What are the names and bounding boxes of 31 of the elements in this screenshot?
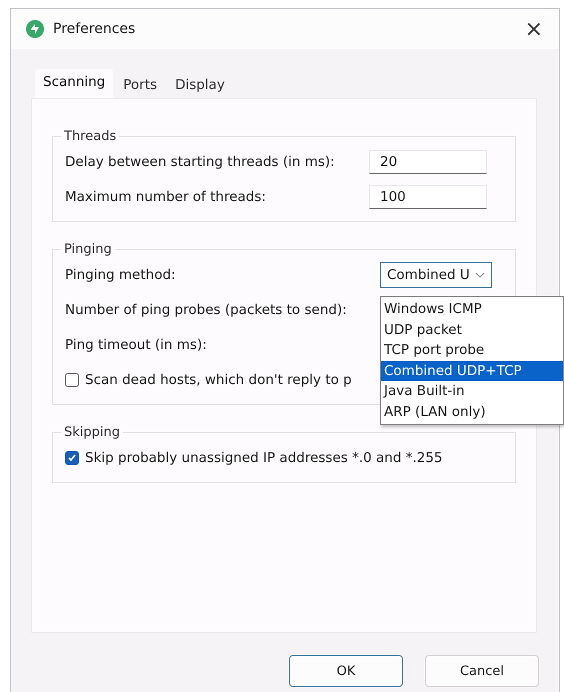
dropdown-option[interactable]: Combined UDP+TCP: [381, 360, 563, 381]
field-label: Pinging method:: [65, 267, 176, 283]
dropdown-option[interactable]: Windows ICMP: [381, 299, 563, 320]
tab[interactable]: Display: [167, 73, 233, 98]
group-title: Threads: [63, 129, 118, 144]
checkbox-label: Skip probably unassigned IP addresses *.0 and *.255: [85, 450, 443, 466]
tab[interactable]: Scanning: [35, 69, 114, 98]
field-label: Number of ping probes (packets to send):: [65, 302, 347, 318]
dropdown-option[interactable]: ARP (LAN only): [381, 402, 563, 422]
window-title: Preferences: [53, 21, 136, 37]
input-field[interactable]: 20: [369, 150, 487, 174]
group-title: Pinging: [63, 242, 113, 257]
field-label: Ping timeout (in ms):: [65, 337, 207, 353]
checkbox[interactable]: [65, 373, 79, 387]
dropdown-option[interactable]: UDP packet: [381, 320, 563, 340]
tab[interactable]: Ports: [115, 73, 166, 98]
method-dropdown[interactable]: Combined U: [380, 262, 492, 288]
ok-button[interactable]: OK: [289, 655, 403, 687]
checkmark-icon: [67, 453, 77, 463]
group-title: Skipping: [63, 425, 121, 440]
field-label: Maximum number of threads:: [65, 189, 266, 205]
dropdown-option[interactable]: Java Built-in: [381, 381, 563, 402]
field-label: Delay between starting threads (in ms):: [65, 154, 335, 170]
checkbox[interactable]: [65, 451, 79, 465]
cancel-button[interactable]: Cancel: [425, 655, 539, 687]
dropdown-option[interactable]: TCP port probe: [381, 340, 563, 360]
checkbox-label: Scan dead hosts, which don't reply to p: [85, 372, 352, 388]
app-logo-icon: [25, 19, 45, 39]
input-field[interactable]: 100: [369, 185, 487, 209]
close-button[interactable]: ×: [520, 16, 547, 42]
chevron-icon: [475, 272, 485, 278]
